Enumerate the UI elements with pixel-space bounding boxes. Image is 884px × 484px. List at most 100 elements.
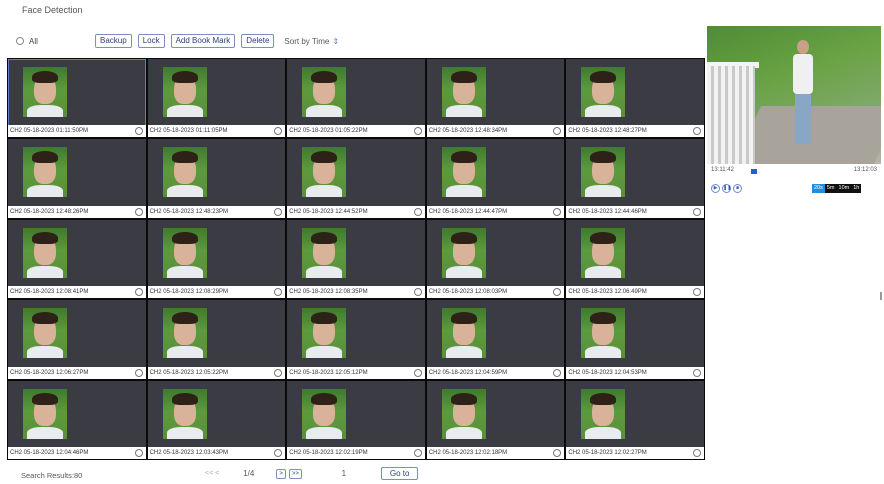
select-result-radio[interactable] — [693, 449, 701, 457]
toolbar: All Backup Lock Add Book Mark Delete Sor… — [16, 33, 339, 49]
stop-icon[interactable]: ■ — [733, 184, 742, 193]
face-thumbnail[interactable] — [441, 388, 486, 439]
result-cell[interactable]: CH2 05-18-2023 12:08:41PM — [8, 219, 146, 299]
result-cell[interactable]: CH2 05-18-2023 12:48:23PM — [147, 139, 286, 218]
result-cell[interactable]: CH2 05-18-2023 12:48:26PM — [8, 139, 146, 218]
result-cell[interactable]: CH2 05-18-2023 01:05:22PM — [287, 59, 425, 138]
face-thumbnail[interactable] — [23, 67, 67, 117]
result-cell[interactable]: CH2 05-18-2023 12:06:27PM — [8, 300, 146, 379]
sort-by-time[interactable]: Sort by Time ⇕ — [284, 37, 339, 46]
select-result-radio[interactable] — [413, 449, 422, 457]
result-cell[interactable]: CH2 05-18-2023 12:05:12PM — [287, 300, 425, 379]
result-cell[interactable]: CH2 05-18-2023 12:44:52PM — [287, 139, 425, 218]
select-result-radio[interactable] — [693, 368, 701, 377]
result-cell[interactable]: CH2 05-18-2023 12:44:47PM — [426, 139, 565, 218]
select-result-radio[interactable] — [413, 368, 422, 377]
result-cell[interactable]: CH2 05-18-2023 12:02:27PM — [566, 380, 704, 459]
lock-button[interactable]: Lock — [137, 34, 165, 48]
result-cell[interactable]: CH2 05-18-2023 12:03:43PM — [147, 380, 286, 459]
result-cell[interactable]: CH2 05-18-2023 01:11:50PM — [8, 59, 146, 138]
face-thumbnail[interactable] — [581, 388, 626, 439]
result-cell[interactable]: CH2 05-18-2023 12:02:19PM — [287, 380, 425, 459]
result-cell[interactable]: CH2 05-18-2023 01:11:05PM — [147, 59, 286, 138]
select-result-radio[interactable] — [553, 288, 562, 297]
play-icon[interactable]: ▶ — [711, 184, 720, 193]
select-all[interactable]: All — [16, 37, 95, 46]
face-thumbnail[interactable] — [302, 67, 347, 117]
video-preview[interactable] — [707, 26, 881, 164]
result-cell[interactable]: CH2 05-18-2023 12:02:18PM — [426, 380, 565, 459]
face-thumbnail[interactable] — [581, 308, 626, 359]
result-cell[interactable]: CH2 05-18-2023 12:05:22PM — [147, 300, 286, 379]
select-result-radio[interactable] — [274, 449, 283, 457]
next-page-button[interactable]: > — [276, 468, 286, 479]
page-input[interactable]: 1 — [319, 469, 369, 478]
face-thumbnail[interactable] — [162, 147, 207, 198]
face-thumbnail[interactable] — [302, 308, 347, 359]
select-result-radio[interactable] — [693, 207, 701, 216]
select-result-radio[interactable] — [134, 127, 143, 136]
face-thumbnail[interactable] — [302, 388, 347, 439]
face-thumbnail[interactable] — [441, 227, 486, 278]
sort-updown-icon[interactable]: ⇕ — [332, 37, 339, 46]
goto-button[interactable]: Go to — [380, 467, 419, 480]
result-cell[interactable]: CH2 05-18-2023 12:04:53PM — [566, 300, 704, 379]
result-cell[interactable]: CH2 05-18-2023 12:06:49PM — [566, 219, 704, 299]
select-result-radio[interactable] — [413, 127, 422, 136]
face-thumbnail[interactable] — [162, 227, 207, 278]
range-20s[interactable]: 20s — [812, 184, 825, 193]
result-cell[interactable]: CH2 05-18-2023 12:04:46PM — [8, 380, 146, 459]
face-thumbnail[interactable] — [581, 67, 626, 117]
first-prev-page-icon[interactable]: << < — [205, 470, 219, 477]
face-thumbnail[interactable] — [302, 147, 347, 198]
select-result-radio[interactable] — [413, 207, 422, 216]
select-result-radio[interactable] — [134, 288, 143, 297]
result-cell[interactable]: CH2 05-18-2023 12:08:03PM — [426, 219, 565, 299]
select-result-radio[interactable] — [413, 288, 422, 297]
face-thumbnail[interactable] — [162, 67, 207, 117]
delete-button[interactable]: Delete — [241, 34, 275, 48]
select-all-radio[interactable] — [16, 37, 24, 45]
timeline-marker[interactable] — [751, 169, 757, 174]
select-result-radio[interactable] — [134, 207, 143, 216]
timeline[interactable]: 13:11:42 13:12:03 — [707, 167, 881, 177]
select-result-radio[interactable] — [134, 368, 143, 377]
backup-button[interactable]: Backup — [95, 34, 132, 48]
select-result-radio[interactable] — [274, 288, 283, 297]
face-thumbnail[interactable] — [23, 388, 67, 439]
pause-icon[interactable]: ❚❚ — [722, 184, 731, 193]
select-result-radio[interactable] — [693, 127, 701, 136]
result-cell[interactable]: CH2 05-18-2023 12:04:59PM — [426, 300, 565, 379]
select-result-radio[interactable] — [274, 127, 283, 136]
face-thumbnail[interactable] — [581, 227, 626, 278]
range-5m[interactable]: 5m — [825, 184, 837, 193]
select-result-radio[interactable] — [553, 127, 562, 136]
result-cell[interactable]: CH2 05-18-2023 12:48:34PM — [426, 59, 565, 138]
face-thumbnail[interactable] — [23, 308, 67, 359]
face-thumbnail[interactable] — [581, 147, 626, 198]
scrollbar-indicator[interactable] — [880, 292, 882, 300]
select-result-radio[interactable] — [274, 207, 283, 216]
select-result-radio[interactable] — [553, 449, 562, 457]
face-thumbnail[interactable] — [441, 308, 486, 359]
result-cell[interactable]: CH2 05-18-2023 12:08:35PM — [287, 219, 425, 299]
face-thumbnail[interactable] — [162, 388, 207, 439]
result-cell[interactable]: CH2 05-18-2023 12:44:46PM — [566, 139, 704, 218]
range-10m[interactable]: 10m — [837, 184, 852, 193]
face-thumbnail[interactable] — [23, 147, 67, 198]
add-bookmark-button[interactable]: Add Book Mark — [170, 34, 236, 48]
face-thumbnail[interactable] — [441, 147, 486, 198]
last-page-button[interactable]: >> — [288, 468, 302, 479]
select-result-radio[interactable] — [693, 288, 701, 297]
select-result-radio[interactable] — [553, 368, 562, 377]
result-cell[interactable]: CH2 05-18-2023 12:48:27PM — [566, 59, 704, 138]
range-1h[interactable]: 1h — [851, 184, 861, 193]
select-result-radio[interactable] — [274, 368, 283, 377]
face-thumbnail[interactable] — [441, 67, 486, 117]
select-result-radio[interactable] — [134, 449, 143, 457]
face-thumbnail[interactable] — [302, 227, 347, 278]
face-thumbnail[interactable] — [23, 227, 67, 278]
result-cell[interactable]: CH2 05-18-2023 12:08:29PM — [147, 219, 286, 299]
select-result-radio[interactable] — [553, 207, 562, 216]
face-thumbnail[interactable] — [162, 308, 207, 359]
